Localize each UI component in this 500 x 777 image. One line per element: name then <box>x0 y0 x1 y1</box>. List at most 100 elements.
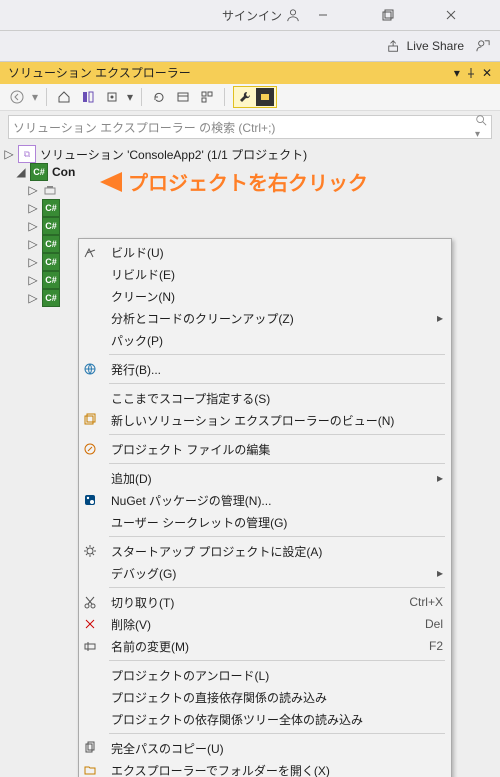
copy-icon <box>83 741 105 755</box>
menu-rebuild[interactable]: リビルド(E) <box>79 263 451 285</box>
menu-unload[interactable]: プロジェクトのアンロード(L) <box>79 664 451 686</box>
rename-icon <box>83 639 105 653</box>
newview-icon <box>83 413 105 427</box>
menu-separator <box>109 383 445 384</box>
cs-icon: C# <box>42 235 60 253</box>
home-icon[interactable] <box>55 88 73 106</box>
minimize-button[interactable] <box>318 10 364 20</box>
search-input[interactable]: ソリューション エクスプローラー の検索 (Ctrl+;) ▾ <box>8 115 492 139</box>
sub-toolbar: Live Share <box>0 31 500 62</box>
dropdown-caret-icon[interactable]: ▾ <box>127 90 133 104</box>
back-icon[interactable] <box>8 88 26 106</box>
menu-separator <box>109 354 445 355</box>
search-placeholder: ソリューション エクスプローラー の検索 (Ctrl+;) <box>13 119 275 136</box>
menu-scope[interactable]: ここまでスコープ指定する(S) <box>79 387 451 409</box>
menu-publish[interactable]: 発行(B)... <box>79 358 451 380</box>
menu-separator <box>109 733 445 734</box>
expand-icon[interactable]: ▷ <box>28 291 38 305</box>
expand-icon[interactable]: ▷ <box>4 147 14 161</box>
menu-debug[interactable]: デバッグ(G)▸ <box>79 562 451 584</box>
menu-delete[interactable]: 削除(V)Del <box>79 613 451 635</box>
nuget-icon <box>83 493 105 507</box>
wrench-icon[interactable] <box>236 88 254 106</box>
solution-icon: ⧉ <box>18 145 36 163</box>
solution-label: ソリューション 'ConsoleApp2' (1/1 プロジェクト) <box>40 146 307 163</box>
publish-icon <box>83 362 105 376</box>
menu-editproj[interactable]: プロジェクト ファイルの編集 <box>79 438 451 460</box>
share-icon <box>387 39 401 53</box>
menu-copypath[interactable]: 完全パスのコピー(U) <box>79 737 451 759</box>
solution-explorer-header[interactable]: ソリューション エクスプローラー ▾ ✕ <box>0 62 500 84</box>
signin-button[interactable]: サインイン <box>222 7 300 24</box>
menu-separator <box>109 587 445 588</box>
menu-separator <box>109 660 445 661</box>
collapse-icon[interactable]: ◢ <box>16 165 26 179</box>
menu-openexp[interactable]: エクスプローラーでフォルダーを開く(X) <box>79 759 451 777</box>
gear-icon <box>83 544 105 558</box>
menu-separator <box>109 536 445 537</box>
solution-explorer-toolbar: ▾ ▾ <box>0 84 500 111</box>
panel-title: ソリューション エクスプローラー <box>8 62 191 84</box>
menu-secrets[interactable]: ユーザー シークレットの管理(G) <box>79 511 451 533</box>
user-icon <box>286 8 300 22</box>
menu-dep-read[interactable]: プロジェクトの直接依存関係の読み込み <box>79 686 451 708</box>
cs-icon: C# <box>42 199 60 217</box>
showall-icon[interactable] <box>174 88 192 106</box>
tree-item[interactable]: ▷ <box>4 181 496 199</box>
tree-item[interactable]: ▷ C# <box>4 199 496 217</box>
cs-icon: C# <box>42 289 60 307</box>
pin-icon[interactable] <box>466 68 476 78</box>
dropdown-caret-icon[interactable]: ▾ <box>32 90 38 104</box>
chevron-right-icon: ▸ <box>437 471 443 485</box>
collapse-icon[interactable] <box>198 88 216 106</box>
panel-close-icon[interactable]: ✕ <box>482 62 492 84</box>
close-button[interactable] <box>446 10 492 20</box>
expand-icon[interactable]: ▷ <box>28 237 38 251</box>
expand-icon[interactable]: ▷ <box>28 201 38 215</box>
tree-item[interactable]: ▷ C# <box>4 217 496 235</box>
menu-pack[interactable]: パック(P) <box>79 329 451 351</box>
liveshare-button[interactable]: Live Share <box>387 39 464 53</box>
cs-icon: C# <box>42 217 60 235</box>
liveshare-label: Live Share <box>407 39 464 53</box>
menu-dep-tree[interactable]: プロジェクトの依存関係ツリー全体の読み込み <box>79 708 451 730</box>
cut-icon <box>83 595 105 609</box>
deps-icon <box>42 182 58 198</box>
menu-nuget[interactable]: NuGet パッケージの管理(N)... <box>79 489 451 511</box>
menu-add[interactable]: 追加(D)▸ <box>79 467 451 489</box>
window-titlebar: サインイン <box>0 0 500 31</box>
expand-icon[interactable]: ▷ <box>28 255 38 269</box>
expand-icon[interactable]: ▷ <box>28 219 38 233</box>
signin-label: サインイン <box>222 7 282 24</box>
solution-node[interactable]: ▷ ⧉ ソリューション 'ConsoleApp2' (1/1 プロジェクト) <box>4 145 496 163</box>
menu-rename[interactable]: 名前の変更(M)F2 <box>79 635 451 657</box>
chevron-right-icon: ▸ <box>437 566 443 580</box>
separator <box>46 88 47 106</box>
properties-toggle-group <box>233 86 277 108</box>
separator <box>141 88 142 106</box>
refresh-icon[interactable] <box>150 88 168 106</box>
expand-icon[interactable]: ▷ <box>28 273 38 287</box>
cs-icon: C# <box>42 253 60 271</box>
cs-icon: C# <box>42 271 60 289</box>
project-node[interactable]: ◢ C# Con <box>4 163 496 181</box>
menu-separator <box>109 434 445 435</box>
menu-cut[interactable]: 切り取り(T)Ctrl+X <box>79 591 451 613</box>
menu-separator <box>109 463 445 464</box>
menu-startup[interactable]: スタートアップ プロジェクトに設定(A) <box>79 540 451 562</box>
feedback-icon[interactable] <box>476 39 490 53</box>
menu-analyze[interactable]: 分析とコードのクリーンアップ(Z)▸ <box>79 307 451 329</box>
sync-icon[interactable] <box>103 88 121 106</box>
menu-clean[interactable]: クリーン(N) <box>79 285 451 307</box>
build-icon <box>83 245 105 259</box>
menu-build[interactable]: ビルド(U) <box>79 241 451 263</box>
dropdown-icon[interactable]: ▾ <box>454 62 460 84</box>
menu-newview[interactable]: 新しいソリューション エクスプローラーのビュー(N) <box>79 409 451 431</box>
context-menu: ビルド(U) リビルド(E) クリーン(N) 分析とコードのクリーンアップ(Z)… <box>78 238 452 777</box>
preview-icon[interactable] <box>256 88 274 106</box>
expand-icon[interactable]: ▷ <box>28 183 38 197</box>
switch-view-icon[interactable] <box>79 88 97 106</box>
csproj-icon: C# <box>30 163 48 181</box>
maximize-button[interactable] <box>382 9 428 21</box>
edit-icon <box>83 442 105 456</box>
